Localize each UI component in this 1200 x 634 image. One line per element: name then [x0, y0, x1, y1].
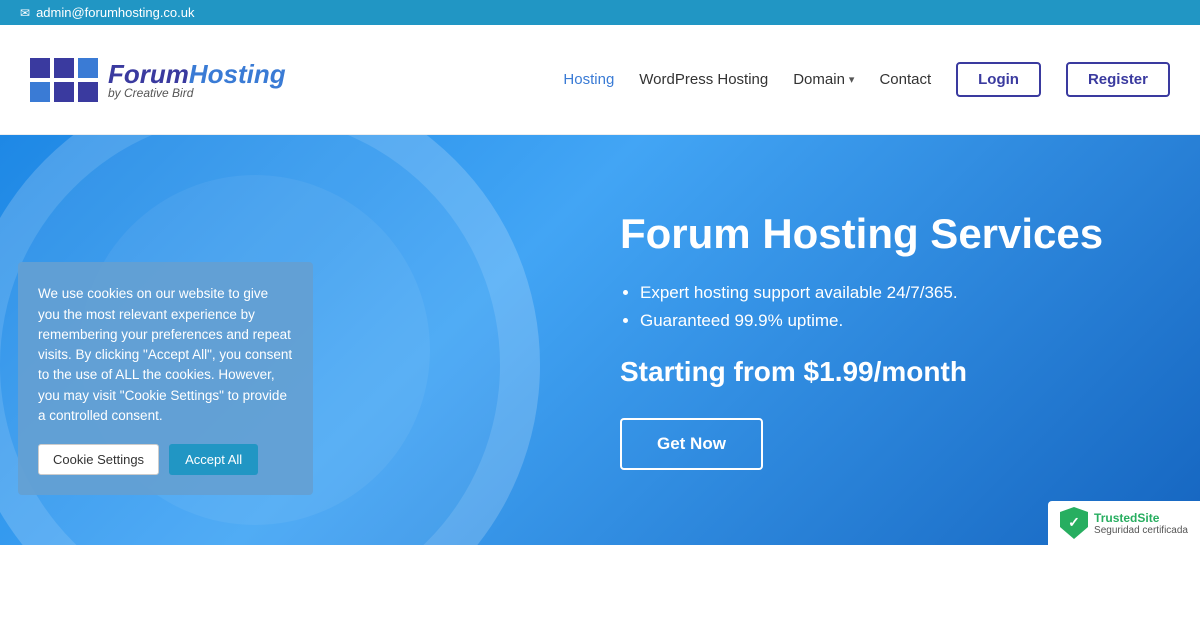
logo-text: Forum Hosting by Creative Bird	[108, 59, 286, 100]
hero-feature-2: Guaranteed 99.9% uptime.	[640, 311, 1103, 331]
logo-block-2	[54, 58, 74, 78]
svg-text:✓: ✓	[1068, 514, 1080, 530]
trusted-sublabel: Seguridad certificada	[1094, 525, 1188, 536]
top-bar: ✉ admin@forumhosting.co.uk	[0, 0, 1200, 25]
cookie-settings-button[interactable]: Cookie Settings	[38, 444, 159, 475]
hero-price: Starting from $1.99/month	[620, 356, 1103, 388]
admin-email: admin@forumhosting.co.uk	[36, 5, 194, 20]
logo-tagline: by Creative Bird	[108, 86, 286, 100]
hero-features: Expert hosting support available 24/7/36…	[620, 283, 1103, 331]
nav-domain[interactable]: Domain ▾	[793, 71, 854, 88]
email-icon: ✉	[20, 6, 30, 20]
trusted-label: TrustedSite	[1094, 511, 1188, 525]
accept-all-button[interactable]: Accept All	[169, 444, 258, 475]
trusted-shield-icon: ✓	[1060, 507, 1088, 539]
trusted-badge: ✓ TrustedSite Seguridad certificada	[1048, 501, 1200, 545]
login-button[interactable]: Login	[956, 62, 1041, 97]
hero-feature-1: Expert hosting support available 24/7/36…	[640, 283, 1103, 303]
register-button[interactable]: Register	[1066, 62, 1170, 97]
nav-contact[interactable]: Contact	[879, 71, 931, 88]
chevron-down-icon: ▾	[849, 73, 855, 86]
logo-block-4	[30, 82, 50, 102]
hero-section: Forum Hosting Services Expert hosting su…	[0, 135, 1200, 545]
header: Forum Hosting by Creative Bird Hosting W…	[0, 25, 1200, 135]
nav-hosting[interactable]: Hosting	[563, 71, 614, 88]
logo-icon	[30, 58, 98, 102]
main-nav: Hosting WordPress Hosting Domain ▾ Conta…	[563, 62, 1170, 97]
logo-block-5	[54, 82, 74, 102]
cookie-banner: We use cookies on our website to give yo…	[18, 262, 313, 495]
cookie-buttons: Cookie Settings Accept All	[38, 444, 293, 475]
hero-title: Forum Hosting Services	[620, 210, 1103, 258]
cookie-message: We use cookies on our website to give yo…	[38, 284, 293, 426]
get-now-button[interactable]: Get Now	[620, 418, 763, 470]
logo-block-6	[78, 82, 98, 102]
logo-block-3	[78, 58, 98, 78]
logo-block-1	[30, 58, 50, 78]
hero-content: Forum Hosting Services Expert hosting su…	[620, 210, 1103, 470]
logo: Forum Hosting by Creative Bird	[30, 58, 286, 102]
nav-wordpress-hosting[interactable]: WordPress Hosting	[639, 71, 768, 88]
